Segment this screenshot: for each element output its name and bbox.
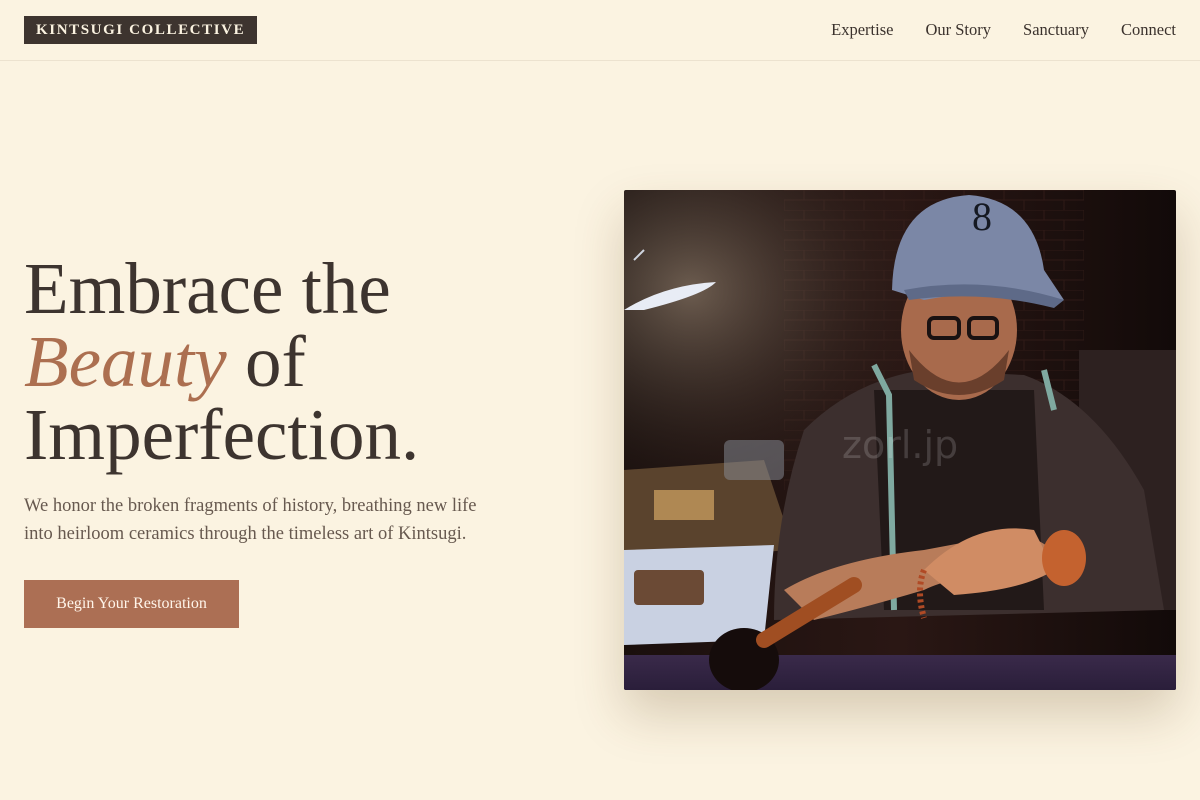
photo-watermark: zorl.jp — [842, 423, 958, 467]
nav-link-connect[interactable]: Connect — [1121, 20, 1176, 40]
main-nav: Expertise Our Story Sanctuary Connect — [831, 20, 1176, 40]
artisan-photo: 8 zorl.jp — [624, 190, 1176, 690]
nav-link-expertise[interactable]: Expertise — [831, 20, 893, 40]
svg-text:8: 8 — [972, 194, 992, 239]
nav-link-our-story[interactable]: Our Story — [925, 20, 991, 40]
begin-restoration-button[interactable]: Begin Your Restoration — [24, 580, 239, 628]
nav-link-sanctuary[interactable]: Sanctuary — [1023, 20, 1089, 40]
top-navigation-bar: KINTSUGI COLLECTIVE Expertise Our Story … — [0, 0, 1200, 61]
artisan-photo-image: 8 zorl.jp — [624, 190, 1176, 690]
hero-heading-line-2: Beauty of — [24, 325, 584, 398]
hero-subtitle: We honor the broken fragments of history… — [24, 496, 477, 544]
hero-heading-line-3: Imperfection. — [24, 394, 420, 475]
hero-heading-line-1: Embrace the — [24, 248, 391, 329]
hero-heading-line-2-rest: of — [226, 321, 306, 402]
brand-logo[interactable]: KINTSUGI COLLECTIVE — [24, 16, 258, 44]
hero-heading-accent: Beauty — [24, 321, 227, 402]
hero-heading: Embrace the Beauty of Imperfection. — [24, 252, 584, 471]
